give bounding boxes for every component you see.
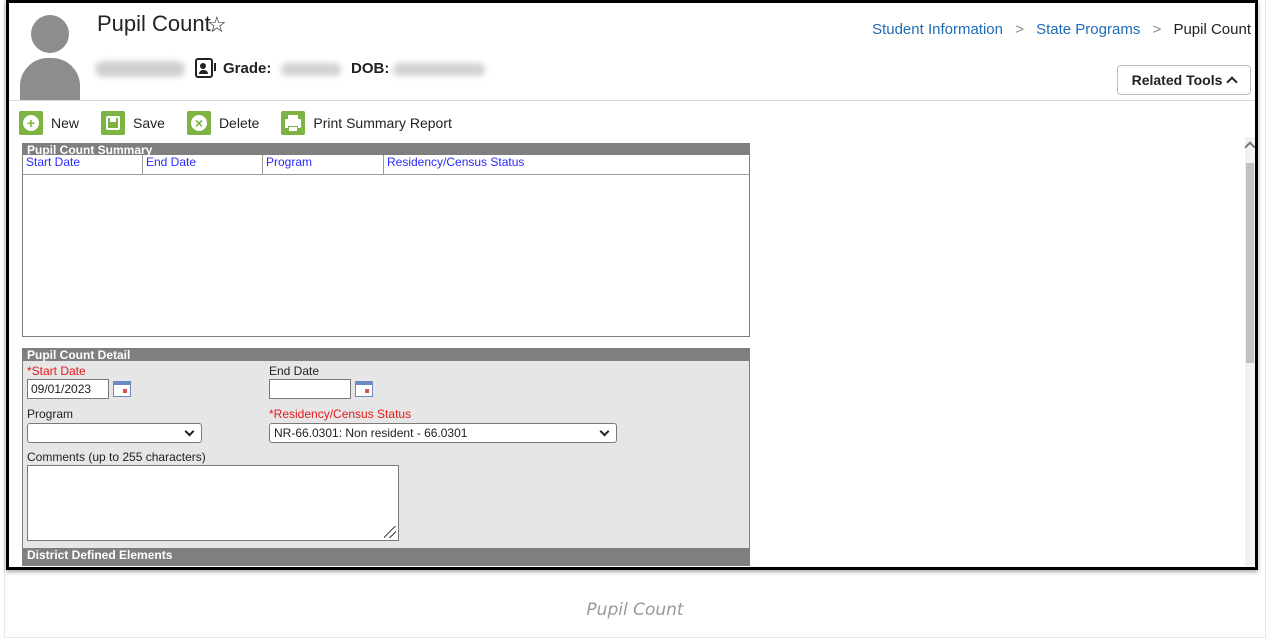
column-header-end-date[interactable]: End Date xyxy=(143,155,263,174)
residency-census-status-label: *Residency/Census Status xyxy=(269,407,412,421)
print-summary-report-button[interactable]: Print Summary Report xyxy=(281,111,452,135)
chevron-down-icon xyxy=(184,426,195,437)
print-summary-report-label: Print Summary Report xyxy=(313,115,452,131)
start-date-label: *Start Date xyxy=(27,364,86,378)
comments-textarea[interactable] xyxy=(27,465,399,541)
image-caption: Pupil Count xyxy=(586,600,684,620)
dob-label: DOB: xyxy=(351,60,390,77)
page-title: Pupil Count xyxy=(97,11,211,36)
breadcrumb-student-information[interactable]: Student Information xyxy=(872,21,1003,38)
column-header-residency-census-status[interactable]: Residency/Census Status xyxy=(384,155,749,174)
action-toolbar: + New Save × Delete Print Summary Report xyxy=(19,110,474,136)
breadcrumb-pupil-count: Pupil Count xyxy=(1173,21,1251,38)
calendar-icon[interactable] xyxy=(355,381,373,397)
end-date-field[interactable] xyxy=(269,379,351,399)
breadcrumb-state-programs[interactable]: State Programs xyxy=(1036,21,1140,38)
delete-icon: × xyxy=(186,111,211,135)
column-header-program[interactable]: Program xyxy=(263,155,384,174)
resize-handle-icon[interactable] xyxy=(384,526,396,538)
delete-button[interactable]: × Delete xyxy=(186,111,260,135)
breadcrumb-separator: > xyxy=(1015,21,1024,38)
avatar xyxy=(20,12,80,100)
grade-value-redacted xyxy=(281,63,341,76)
residency-census-status-select[interactable]: NR-66.0301: Non resident - 66.0301 xyxy=(269,423,617,443)
contact-card-icon[interactable] xyxy=(195,58,213,78)
scroll-thumb[interactable] xyxy=(1246,163,1254,363)
chevron-down-icon xyxy=(599,426,610,437)
save-button[interactable]: Save xyxy=(101,111,165,135)
breadcrumb-separator: > xyxy=(1152,21,1162,38)
calendar-icon[interactable] xyxy=(113,381,131,397)
column-header-start-date[interactable]: Start Date xyxy=(23,155,143,174)
new-button[interactable]: + New xyxy=(19,111,79,135)
chevron-up-icon xyxy=(1226,76,1239,88)
app-window: Pupil Count ☆ Grade: DOB: Student Inform… xyxy=(6,0,1258,570)
program-select[interactable] xyxy=(27,423,202,443)
detail-title: Pupil Count Detail xyxy=(23,349,749,361)
grade-label: Grade: xyxy=(223,60,272,77)
pupil-count-detail-panel: Pupil Count Detail *Start Date 09/01/202… xyxy=(22,348,750,566)
save-icon xyxy=(101,111,126,135)
star-icon[interactable]: ☆ xyxy=(207,12,227,38)
delete-label: Delete xyxy=(218,115,260,131)
save-label: Save xyxy=(133,115,165,131)
breadcrumb: Student Information > State Programs > P… xyxy=(872,21,1251,38)
program-label: Program xyxy=(27,407,74,421)
dob-value-redacted xyxy=(393,63,485,76)
district-defined-elements-header[interactable]: District Defined Elements xyxy=(23,548,749,565)
student-header: Pupil Count ☆ Grade: DOB: Student Inform… xyxy=(9,3,1255,101)
end-date-label: End Date xyxy=(269,364,320,378)
start-date-field[interactable]: 09/01/2023 xyxy=(27,379,109,399)
new-label: New xyxy=(51,115,80,131)
printer-icon xyxy=(281,111,306,135)
related-tools-label: Related Tools xyxy=(1131,72,1223,88)
related-tools-button[interactable]: Related Tools xyxy=(1117,65,1251,95)
summary-column-headers: Start Date End Date Program Residency/Ce… xyxy=(23,155,749,175)
student-name-redacted xyxy=(95,61,185,77)
residency-selected-value: NR-66.0301: Non resident - 66.0301 xyxy=(274,426,468,440)
comments-label: Comments (up to 255 characters) xyxy=(27,450,206,464)
pupil-count-summary-panel: Pupil Count Summary Start Date End Date … xyxy=(22,143,750,337)
add-icon: + xyxy=(19,111,43,135)
contact-card-tab xyxy=(214,63,217,71)
summary-title: Pupil Count Summary xyxy=(23,144,749,156)
